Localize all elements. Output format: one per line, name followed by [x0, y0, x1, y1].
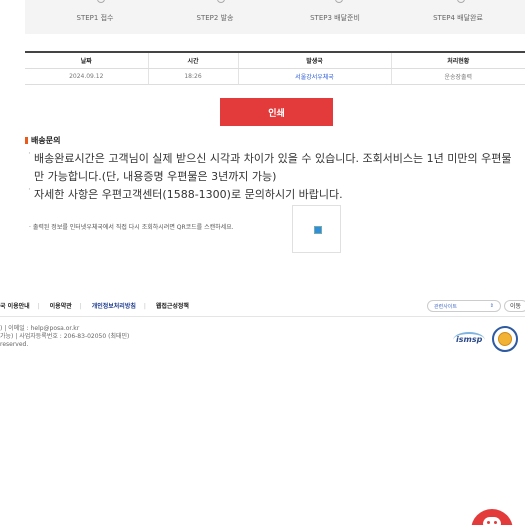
table-header-row: 날짜 시간 발생국 처리현황	[25, 52, 525, 69]
step3-icon	[335, 0, 343, 3]
related-sites-label: 관련사이트	[434, 303, 458, 310]
qr-code-box	[292, 205, 341, 253]
footer-info-line: reserved.	[0, 341, 29, 348]
certification-seal-icon	[492, 326, 518, 352]
cell-status: 운송장출력	[391, 68, 525, 85]
chatbot-icon	[483, 517, 501, 525]
inquiry-item: 자세한 사항은 우편고객센터(1588-1300)로 문의하시기 바랍니다.	[28, 181, 519, 204]
col-status: 처리현황	[391, 52, 525, 69]
qr-code-icon	[314, 226, 322, 234]
chevron-updown-icon: ⇕	[489, 303, 494, 309]
footer-link-guide[interactable]: 국 이용안내	[0, 303, 30, 310]
cell-date: 2024.09.12	[25, 68, 149, 85]
qr-note-text: 출력된 정보를 인터넷우체국에서 직접 다시 조회하시려면 QR코드를 스캔하세…	[32, 224, 234, 231]
cell-time: 18:26	[148, 68, 239, 85]
footer-links: 국 이용안내 | 이용약관 | 개인정보처리방침 | 웹접근성정책	[0, 303, 189, 310]
step3-label: STEP3 배달준비	[310, 14, 360, 22]
chatbot-button[interactable]	[471, 509, 513, 525]
qr-note: · 출력된 정보를 인터넷우체국에서 직접 다시 조회하시려면 QR코드를 스캔…	[29, 224, 234, 231]
inquiry-item: 배송완료시간은 고객님이 실제 받으신 시각과 차이가 있을 수 있습니다. 조…	[28, 145, 519, 186]
section-marker-icon	[25, 137, 28, 144]
tracking-table: 날짜 시간 발생국 처리현황 2024.09.12 18:26 서울강서우체국 …	[25, 51, 525, 85]
footer-info: ) | 이메일 : help@posa.or.kr 가능) | 사업자등록번호 …	[0, 325, 129, 349]
cell-office-link[interactable]: 서울강서우체국	[238, 68, 392, 85]
col-time: 시간	[148, 52, 239, 69]
footer-info-line: ) | 이메일 : help@posa.or.kr	[0, 325, 80, 332]
inquiry-title: 배송문의	[31, 136, 61, 145]
delivery-steps: STEP1 접수 STEP2 발송 STEP3 배달준비 STEP4 배달완료	[25, 0, 525, 34]
print-button[interactable]: 인쇄	[220, 98, 333, 126]
footer-link-accessibility[interactable]: 웹접근성정책	[156, 303, 189, 310]
related-sites-select[interactable]: 관련사이트 ⇕	[427, 300, 501, 312]
footer-divider	[0, 316, 525, 317]
step1-icon	[97, 0, 105, 3]
inquiry-list: 배송완료시간은 고객님이 실제 받으신 시각과 차이가 있을 수 있습니다. 조…	[28, 145, 519, 204]
step4-icon	[457, 0, 465, 3]
go-button[interactable]: 이동	[504, 300, 525, 312]
step2-label: STEP2 발송	[196, 14, 234, 22]
footer-link-privacy[interactable]: 개인정보처리방침	[92, 303, 136, 310]
table-row: 2024.09.12 18:26 서울강서우체국 운송장출력	[25, 68, 525, 85]
step1-label: STEP1 접수	[76, 14, 114, 22]
col-office: 발생국	[238, 52, 392, 69]
isms-p-logo: ismsp	[453, 332, 485, 348]
col-date: 날짜	[25, 52, 149, 69]
step2-icon	[217, 0, 225, 3]
step4-label: STEP4 배달완료	[433, 14, 483, 22]
footer-link-terms[interactable]: 이용약관	[50, 303, 72, 310]
footer-info-line: 가능) | 사업자등록번호 : 206-83-02050 (최태민)	[0, 333, 130, 340]
